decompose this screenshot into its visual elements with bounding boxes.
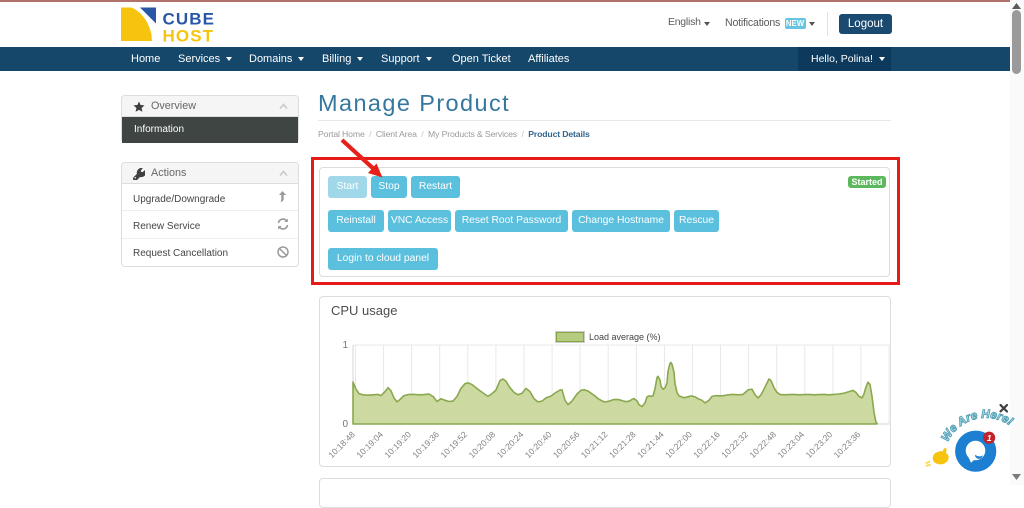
svg-text:10:21:12: 10:21:12	[579, 429, 610, 460]
svg-text:10:23:20: 10:23:20	[804, 429, 835, 460]
svg-text:HOST: HOST	[163, 27, 215, 46]
svg-text:10:22:00: 10:22:00	[663, 429, 694, 460]
svg-text:0: 0	[342, 419, 348, 430]
svg-text:10:20:08: 10:20:08	[467, 429, 498, 460]
svg-text:10:20:56: 10:20:56	[551, 429, 582, 460]
svg-text:10:22:32: 10:22:32	[719, 429, 750, 460]
svg-text:10:19:04: 10:19:04	[354, 429, 385, 460]
svg-text:10:22:48: 10:22:48	[747, 429, 778, 460]
svg-text:10:20:40: 10:20:40	[523, 429, 554, 460]
svg-text:10:20:24: 10:20:24	[495, 429, 526, 460]
svg-text:1: 1	[987, 433, 992, 443]
svg-text:10:23:04: 10:23:04	[775, 429, 806, 460]
svg-text:10:19:20: 10:19:20	[382, 429, 413, 460]
svg-text:1: 1	[342, 340, 348, 351]
svg-text:10:19:36: 10:19:36	[410, 429, 441, 460]
svg-text:10:21:28: 10:21:28	[607, 429, 638, 460]
svg-text:10:21:44: 10:21:44	[635, 429, 666, 460]
svg-text:10:23:36: 10:23:36	[832, 429, 863, 460]
svg-text:10:18:48: 10:18:48	[326, 429, 357, 460]
svg-text:10:22:16: 10:22:16	[691, 429, 722, 460]
svg-text:10:19:52: 10:19:52	[438, 429, 469, 460]
